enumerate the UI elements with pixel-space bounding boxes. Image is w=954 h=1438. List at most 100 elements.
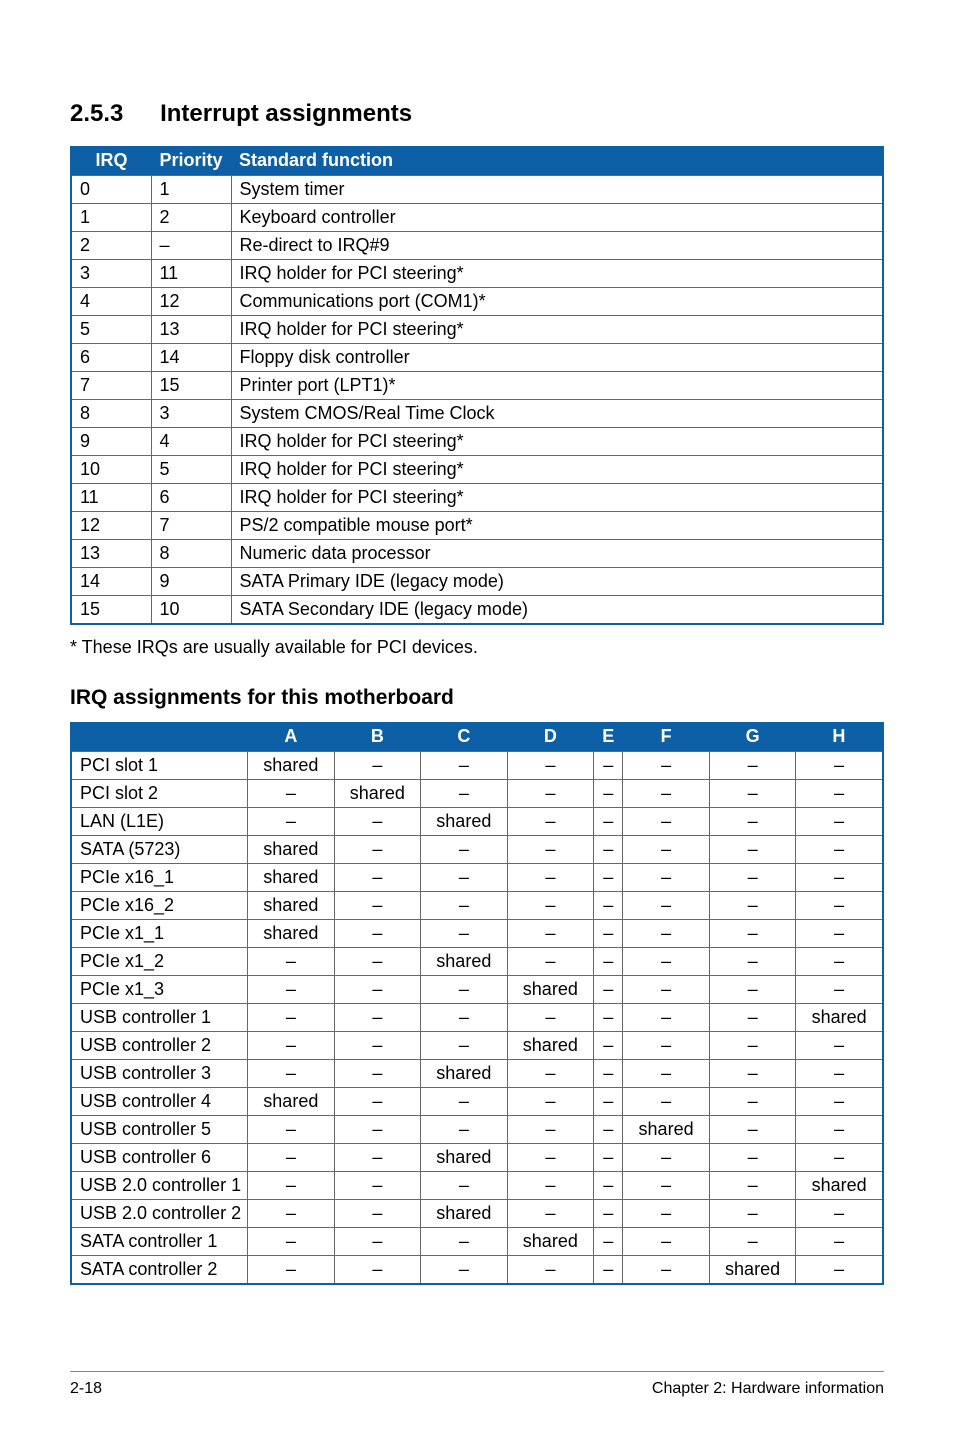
cell: – [594, 1004, 623, 1032]
cell-irq: 6 [71, 344, 151, 372]
row-label: USB controller 5 [71, 1116, 248, 1144]
cell: – [623, 1200, 710, 1228]
assign-header-h: H [796, 722, 883, 752]
cell: – [709, 1060, 796, 1088]
cell-priority: 3 [151, 400, 231, 428]
assign-header-g: G [709, 722, 796, 752]
cell: – [421, 864, 508, 892]
row-label: SATA (5723) [71, 836, 248, 864]
cell-func: IRQ holder for PCI steering* [231, 428, 883, 456]
cell: shared [248, 920, 335, 948]
cell: – [334, 1060, 421, 1088]
cell-func: IRQ holder for PCI steering* [231, 484, 883, 512]
table-row: 127PS/2 compatible mouse port* [71, 512, 883, 540]
row-label: PCIe x1_1 [71, 920, 248, 948]
cell: – [594, 1032, 623, 1060]
cell: – [421, 1032, 508, 1060]
cell: – [623, 864, 710, 892]
cell: – [334, 1200, 421, 1228]
cell: – [623, 1004, 710, 1032]
cell: – [623, 836, 710, 864]
cell: – [709, 1172, 796, 1200]
cell: – [334, 1172, 421, 1200]
cell: – [796, 864, 883, 892]
assign-header-blank [71, 722, 248, 752]
cell: – [594, 1256, 623, 1285]
table-row: 614Floppy disk controller [71, 344, 883, 372]
cell: – [709, 1004, 796, 1032]
cell: – [623, 780, 710, 808]
table-row: 138Numeric data processor [71, 540, 883, 568]
table-row: 94IRQ holder for PCI steering* [71, 428, 883, 456]
cell-priority: 7 [151, 512, 231, 540]
cell: – [709, 836, 796, 864]
cell: – [796, 1228, 883, 1256]
cell: shared [248, 836, 335, 864]
table-row: USB controller 3––shared––––– [71, 1060, 883, 1088]
cell: – [334, 1088, 421, 1116]
cell: – [334, 948, 421, 976]
table-row: USB controller 5–––––shared–– [71, 1116, 883, 1144]
cell: – [248, 1032, 335, 1060]
cell: – [421, 1256, 508, 1285]
cell: – [623, 1060, 710, 1088]
cell: – [594, 1200, 623, 1228]
cell: – [334, 752, 421, 780]
irq-header-func: Standard function [231, 146, 883, 176]
table-row: 12Keyboard controller [71, 204, 883, 232]
cell: shared [507, 1228, 594, 1256]
cell: – [334, 1228, 421, 1256]
cell: – [594, 976, 623, 1004]
table-row: 149SATA Primary IDE (legacy mode) [71, 568, 883, 596]
cell-func: SATA Secondary IDE (legacy mode) [231, 596, 883, 625]
cell: shared [796, 1172, 883, 1200]
cell-func: IRQ holder for PCI steering* [231, 456, 883, 484]
page-number: 2-18 [70, 1380, 102, 1398]
cell-irq: 13 [71, 540, 151, 568]
cell: – [334, 892, 421, 920]
cell: – [709, 1144, 796, 1172]
cell: shared [421, 948, 508, 976]
table-row: PCIe x16_2shared––––––– [71, 892, 883, 920]
cell: – [507, 1060, 594, 1088]
page-footer: 2-18 Chapter 2: Hardware information [70, 1371, 884, 1398]
assignments-table: ABCDEFGH PCI slot 1shared–––––––PCI slot… [70, 722, 884, 1285]
row-label: LAN (L1E) [71, 808, 248, 836]
cell: – [594, 1228, 623, 1256]
cell: – [248, 1172, 335, 1200]
table-row: SATA (5723)shared––––––– [71, 836, 883, 864]
cell: – [594, 920, 623, 948]
cell: – [594, 948, 623, 976]
cell: – [421, 780, 508, 808]
cell: – [796, 1200, 883, 1228]
cell: – [507, 892, 594, 920]
cell: – [623, 1256, 710, 1285]
cell: – [796, 1144, 883, 1172]
cell: – [334, 864, 421, 892]
cell: – [507, 752, 594, 780]
cell: – [248, 1256, 335, 1285]
cell: – [623, 1088, 710, 1116]
table-row: USB controller 1–––––––shared [71, 1004, 883, 1032]
cell: – [796, 976, 883, 1004]
cell: – [796, 836, 883, 864]
assign-header-a: A [248, 722, 335, 752]
table-row: 715Printer port (LPT1)* [71, 372, 883, 400]
row-label: USB controller 6 [71, 1144, 248, 1172]
cell-irq: 4 [71, 288, 151, 316]
cell-func: Printer port (LPT1)* [231, 372, 883, 400]
cell-func: System timer [231, 176, 883, 204]
cell-func: Floppy disk controller [231, 344, 883, 372]
cell-func: System CMOS/Real Time Clock [231, 400, 883, 428]
cell-priority: 14 [151, 344, 231, 372]
cell-irq: 1 [71, 204, 151, 232]
cell: – [709, 780, 796, 808]
cell-irq: 11 [71, 484, 151, 512]
cell: – [796, 1116, 883, 1144]
row-label: SATA controller 1 [71, 1228, 248, 1256]
cell: – [623, 948, 710, 976]
cell: – [507, 1004, 594, 1032]
cell: – [594, 1088, 623, 1116]
cell: – [507, 1088, 594, 1116]
table-row: USB 2.0 controller 1–––––––shared [71, 1172, 883, 1200]
